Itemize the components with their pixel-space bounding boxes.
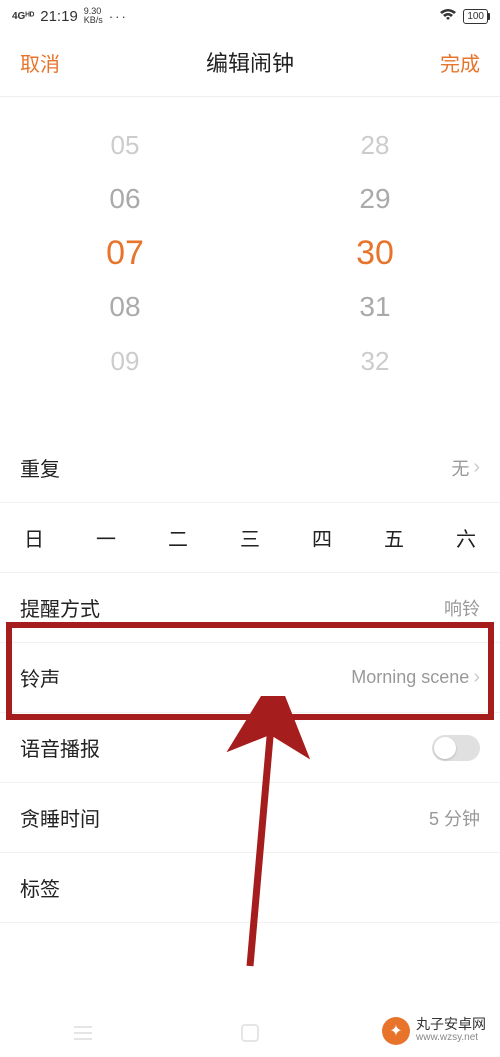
repeat-row[interactable]: 重复 无 › (0, 433, 500, 503)
status-bar: 4Gᴴᴰ 21:19 9.30KB/s ··· 100 (0, 0, 500, 32)
time-picker[interactable]: 05 06 07 08 09 28 29 30 31 32 (0, 96, 500, 419)
battery-indicator: 100 (463, 9, 488, 24)
watermark: ✦ 丸子安卓网 www.wzsy.net (376, 1013, 492, 1049)
weekday-wed[interactable]: 三 (236, 523, 264, 552)
weekday-fri[interactable]: 五 (380, 523, 408, 552)
hour-column[interactable]: 05 06 07 08 09 (106, 127, 144, 379)
snooze-value: 5 分钟 (429, 805, 480, 831)
nav-menu-icon[interactable] (72, 1022, 94, 1044)
watermark-logo-icon: ✦ (382, 1017, 410, 1045)
weekday-tue[interactable]: 二 (164, 523, 192, 552)
ringtone-row[interactable]: 铃声 Morning scene › (0, 643, 500, 713)
picker-hour-item: 06 (109, 181, 140, 217)
picker-minute-item: 29 (359, 181, 390, 217)
settings-list: 重复 无 › 日 一 二 三 四 五 六 提醒方式 响铃 铃声 Morning … (0, 433, 500, 923)
reminder-value: 响铃 (444, 595, 480, 621)
minute-column[interactable]: 28 29 30 31 32 (356, 127, 394, 379)
picker-hour-selected: 07 (106, 235, 144, 271)
cancel-button[interactable]: 取消 (20, 48, 60, 77)
snooze-row[interactable]: 贪睡时间 5 分钟 (0, 783, 500, 853)
weekday-mon[interactable]: 一 (92, 523, 120, 552)
weekday-sat[interactable]: 六 (452, 523, 480, 552)
status-more-icon: ··· (109, 9, 128, 24)
toggle-knob (434, 737, 456, 759)
repeat-value: 无 › (451, 455, 480, 481)
done-button[interactable]: 完成 (440, 48, 480, 77)
repeat-label: 重复 (20, 453, 60, 482)
picker-minute-selected: 30 (356, 235, 394, 271)
reminder-row[interactable]: 提醒方式 响铃 (0, 573, 500, 643)
tag-label: 标签 (20, 873, 60, 902)
chevron-right-icon: › (473, 456, 480, 479)
weekday-selector: 日 一 二 三 四 五 六 (0, 503, 500, 573)
header-bar: 取消 编辑闹钟 完成 (0, 32, 500, 96)
status-time: 21:19 (40, 8, 78, 25)
ringtone-label: 铃声 (20, 663, 60, 692)
watermark-url: www.wzsy.net (416, 1031, 486, 1045)
picker-hour-item: 09 (111, 343, 140, 379)
tag-row[interactable]: 标签 (0, 853, 500, 923)
picker-minute-item: 32 (361, 343, 390, 379)
weekday-sun[interactable]: 日 (20, 523, 48, 552)
picker-minute-item: 31 (359, 289, 390, 325)
snooze-label: 贪睡时间 (20, 803, 100, 832)
picker-hour-item: 08 (109, 289, 140, 325)
voice-row[interactable]: 语音播报 (0, 713, 500, 783)
network-indicator: 4Gᴴᴰ (12, 11, 34, 22)
watermark-title: 丸子安卓网 (416, 1017, 486, 1031)
voice-label: 语音播报 (20, 733, 100, 762)
picker-hour-item: 05 (111, 127, 140, 163)
voice-toggle[interactable] (432, 735, 480, 761)
weekday-thu[interactable]: 四 (308, 523, 336, 552)
nav-home-icon[interactable] (239, 1022, 261, 1044)
picker-minute-item: 28 (361, 127, 390, 163)
page-title: 编辑闹钟 (206, 46, 294, 78)
reminder-label: 提醒方式 (20, 593, 100, 622)
data-speed: 9.30KB/s (84, 7, 103, 25)
ringtone-value: Morning scene › (351, 666, 480, 689)
chevron-right-icon: › (473, 666, 480, 689)
wifi-icon (439, 8, 457, 25)
